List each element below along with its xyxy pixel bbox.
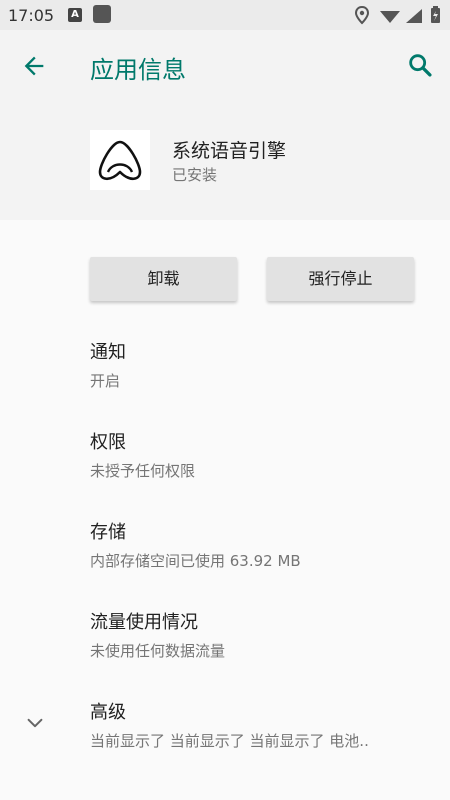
data-usage-title: 流量使用情况 — [90, 612, 198, 633]
permissions-item[interactable]: 权限 未授予任何权限 — [90, 428, 430, 481]
status-bar: 17:05 A — [0, 0, 450, 30]
app-install-status: 已安装 — [172, 166, 218, 184]
app-info-screen: 17:05 A 应用信息 系统语音引擎 已安装 卸载 强行停止 通知 开启 权限… — [0, 0, 450, 800]
wifi-icon — [380, 11, 400, 23]
uninstall-button[interactable]: 卸载 — [90, 257, 237, 301]
storage-item[interactable]: 存储 内部存储空间已使用 63.92 MB — [90, 518, 430, 571]
notifications-item[interactable]: 通知 开启 — [90, 338, 430, 391]
status-time: 17:05 — [8, 6, 55, 25]
storage-subtitle: 内部存储空间已使用 63.92 MB — [90, 552, 301, 570]
data-usage-subtitle: 未使用任何数据流量 — [90, 642, 226, 660]
storage-title: 存储 — [90, 522, 126, 543]
voice-engine-logo-graphic — [98, 140, 142, 181]
force-stop-button[interactable]: 强行停止 — [267, 257, 414, 301]
signal-icon — [406, 9, 422, 23]
advanced-subtitle: 当前显示了 当前显示了 当前显示了 电池.. — [90, 732, 369, 750]
app-name: 系统语音引擎 — [172, 140, 287, 162]
notification-a-icon: A — [68, 8, 82, 22]
advanced-title: 高级 — [90, 702, 126, 723]
chevron-down-icon[interactable] — [24, 712, 46, 734]
notification-square-icon — [93, 5, 111, 23]
advanced-item[interactable]: 高级 当前显示了 当前显示了 当前显示了 电池.. — [90, 698, 430, 751]
notifications-title: 通知 — [90, 342, 126, 363]
data-usage-item[interactable]: 流量使用情况 未使用任何数据流量 — [90, 608, 430, 661]
permissions-title: 权限 — [90, 432, 126, 453]
status-icons — [354, 5, 440, 25]
battery-icon — [431, 6, 440, 23]
voice-engine-logo-icon — [90, 130, 150, 190]
notification-a-letter: A — [71, 9, 79, 20]
notifications-subtitle: 开启 — [90, 372, 121, 390]
app-header — [0, 30, 450, 220]
search-icon[interactable] — [406, 51, 434, 79]
location-icon — [354, 5, 370, 25]
page-title: 应用信息 — [90, 56, 186, 84]
permissions-subtitle: 未授予任何权限 — [90, 462, 196, 480]
arrow-back-icon[interactable] — [20, 52, 48, 80]
